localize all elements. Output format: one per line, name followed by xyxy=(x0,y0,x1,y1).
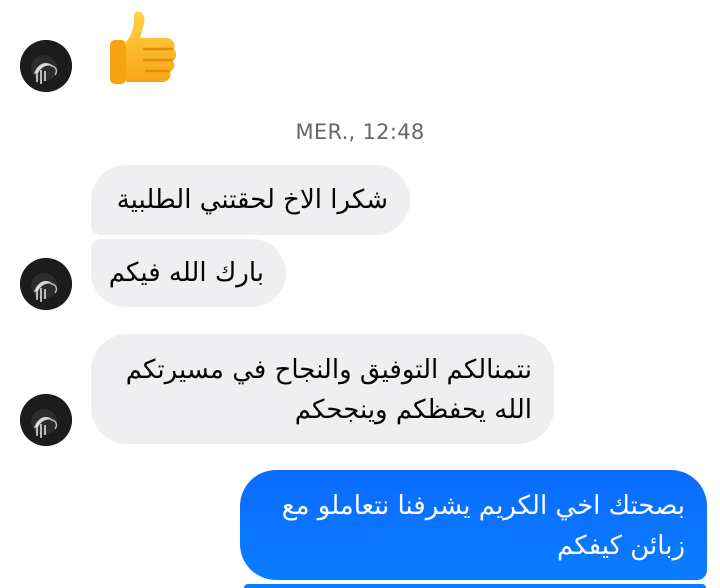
message-timestamp: MER., 12:48 xyxy=(295,120,425,144)
incoming-message-bubble[interactable]: بارك الله فيكم xyxy=(91,239,286,307)
message-text: بارك الله فيكم xyxy=(108,258,264,288)
outgoing-message-bubble[interactable]: بصحتك اخي الكريم يشرفنا نتعاملو مع زبائن… xyxy=(240,470,707,580)
message-text: بصحتك اخي الكريم يشرفنا نتعاملو مع xyxy=(281,491,685,521)
avatar[interactable] xyxy=(20,394,72,446)
outgoing-message-bubble-partial[interactable] xyxy=(244,584,706,588)
avatar[interactable] xyxy=(20,40,72,92)
incoming-message-bubble[interactable]: شكرا الاخ لحقتني الطلبية xyxy=(91,165,410,235)
message-text: زبائن كيفكم xyxy=(556,531,685,561)
message-text: الله يحفظكم وينجحكم xyxy=(294,395,532,425)
message-text: نتمنالكم التوفيق والنجاح في مسيرتكم xyxy=(125,355,532,385)
chat-thread: MER., 12:48 شكرا الاخ لحقتني الطلبية بار… xyxy=(0,0,720,588)
avatar-image xyxy=(20,40,72,92)
incoming-message-bubble[interactable]: نتمنالكم التوفيق والنجاح في مسيرتكم الله… xyxy=(91,334,554,444)
avatar-image xyxy=(20,258,72,310)
thumbs-up-icon[interactable] xyxy=(104,8,180,90)
avatar[interactable] xyxy=(20,258,72,310)
message-text: شكرا الاخ لحقتني الطلبية xyxy=(116,185,388,215)
avatar-image xyxy=(20,394,72,446)
